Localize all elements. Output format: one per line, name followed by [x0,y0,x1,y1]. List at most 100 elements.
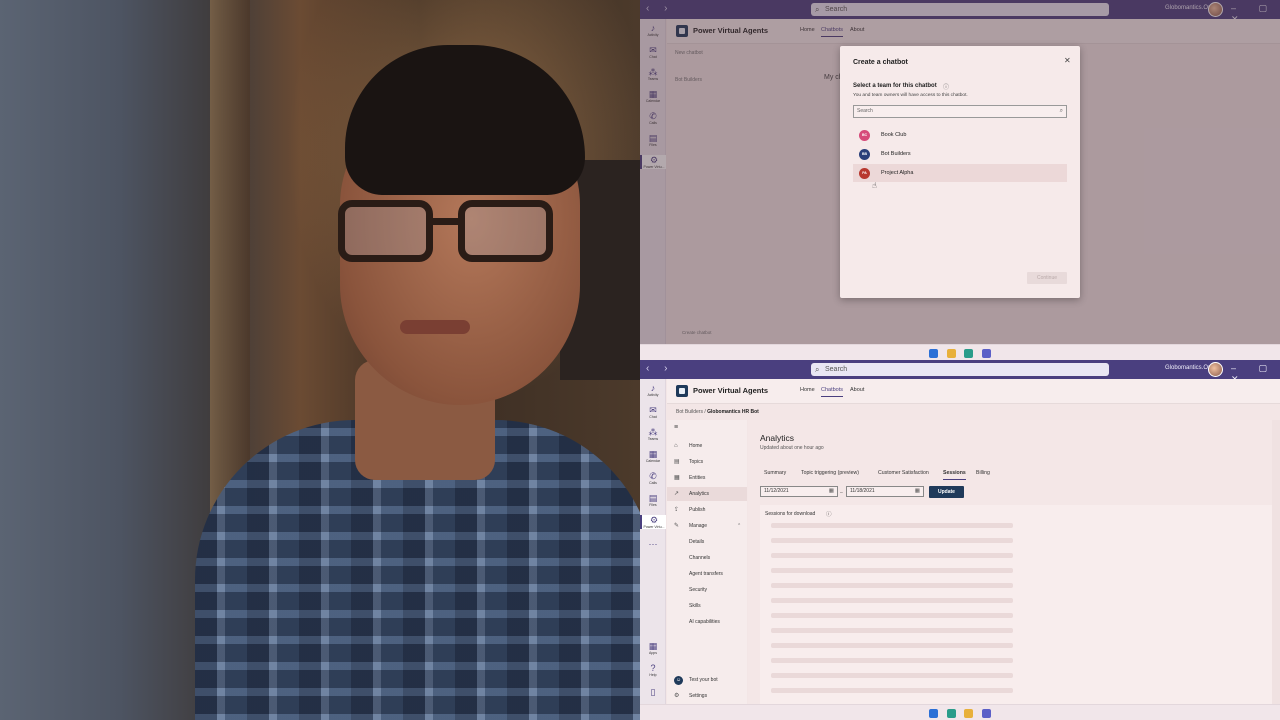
nav-settings[interactable]: ⚙ Settings [667,689,747,703]
calendar-icon[interactable]: ▦ [829,487,834,496]
team-avatar: BC [859,130,870,141]
tab-chatbots[interactable]: Chatbots [821,387,844,397]
rail-calendar[interactable]: ▦ Calendar [640,449,666,463]
info-icon[interactable]: ⓘ [943,82,949,91]
nav-arrows[interactable]: ‹ › [646,363,673,374]
help-icon: ? [650,663,656,673]
calendar-icon[interactable]: ▦ [915,487,920,496]
home-icon: ⌂ [674,443,678,449]
nav-security[interactable]: Security [667,583,747,597]
team-name: Bot Builders [881,151,911,157]
file-explorer-icon[interactable] [946,349,956,358]
rail-power-virtual-agents[interactable]: ⚙ Power Virtu... [640,515,666,529]
breadcrumb-bot: Globomantics HR Bot [707,409,759,415]
nav-home[interactable]: ⌂ Home [667,439,747,453]
teams-titlebar: ‹ › ⌕ Search Globomantics.Org – ▢ ✕ [640,360,1280,384]
hand-cursor-icon: ☝ [872,181,877,190]
tab-billing[interactable]: Billing [976,470,990,476]
chat-icon: ✉ [649,405,657,415]
loading-skeleton-row [771,673,1013,678]
windows-taskbar [640,344,1280,360]
analytics-main: Analytics Updated about one hour ago Sum… [748,420,1280,704]
hair [345,45,585,195]
update-button[interactable]: Update [929,486,964,498]
mouth [400,320,470,334]
team-avatar: PA [859,168,870,179]
windows-taskbar [640,704,1280,720]
rail-activity[interactable]: ♪ Activity [640,383,666,397]
phone-icon: ✆ [649,471,657,481]
glasses-lens-right [458,200,553,262]
sessions-panel: Sessions for download ⓘ [760,505,1272,704]
nav-details[interactable]: Details [667,535,747,549]
teams-window-create-chatbot: ‹ › ⌕ Search Globomantics.Org – ▢ ✕ ♪Act… [640,0,1280,360]
nav-test-your-bot[interactable]: ☺ Test your bot [667,673,747,687]
end-date-field[interactable]: 11/18/2021 ▦ [846,486,924,497]
gear-icon: ⚙ [674,693,680,699]
loading-skeleton-row [771,643,1013,648]
breadcrumb: Bot Builders / Globomantics HR Bot [676,409,759,415]
nav-entities[interactable]: ▦ Entities [667,471,747,485]
nav-channels[interactable]: Channels [667,551,747,565]
nav-ai-capabilities[interactable]: AI capabilities [667,615,747,629]
teams-icon[interactable] [981,709,991,718]
create-chatbot-dialog: Create a chatbot ✕ Select a team for thi… [840,46,1080,298]
continue-button[interactable]: Continue [1027,272,1067,284]
search-icon: ⌕ [815,365,820,374]
bot-avatar-icon: ☺ [674,676,683,685]
glasses [338,200,578,270]
search-placeholder: Search [825,366,848,373]
tab-sessions[interactable]: Sessions [943,470,966,480]
nav-topics[interactable]: ▤ Topics [667,455,747,469]
rail-more[interactable]: ··· [640,539,666,549]
start-date-value: 11/12/2021 [764,488,789,494]
team-search-input[interactable]: Search ⌕ [853,105,1067,118]
start-date-field[interactable]: 11/12/2021 ▦ [760,486,838,497]
loading-skeleton-row [771,538,1013,543]
sessions-for-download-title: Sessions for download [765,511,816,517]
scrollbar[interactable] [1272,420,1280,704]
date-range-separator: – [840,490,843,496]
bell-icon: ♪ [650,383,656,393]
user-avatar[interactable] [1208,362,1223,377]
bot-icon: ⚙ [649,515,659,525]
teams-icon: ⁂ [648,427,658,437]
calendar-icon: ▦ [648,449,658,459]
team-option-book-club[interactable]: BC Book Club [853,126,1067,144]
teams-app-rail: ♪ Activity ✉ Chat ⁂ Teams ▦ Calendar ✆ Calls … [640,379,666,709]
loading-skeleton-row [771,658,1013,663]
tab-customer-satisfaction[interactable]: Customer Satisfaction [878,470,929,476]
rail-help[interactable]: ? Help [640,663,666,677]
rail-teams[interactable]: ⁂ Teams [640,427,666,441]
nav-publish[interactable]: ⇪ Publish [667,503,747,517]
nav-agent-transfers[interactable]: Agent transfers [667,567,747,581]
rail-apps[interactable]: ▦ Apps [640,641,666,655]
file-explorer-icon[interactable] [964,709,974,718]
rail-calls[interactable]: ✆ Calls [640,471,666,485]
hamburger-icon[interactable]: ≡ [674,424,678,431]
dialog-help-text: You and team owners will have access to … [853,93,968,98]
nav-manage[interactable]: ✎ Manage [667,519,747,533]
windows-start-icon[interactable] [929,709,939,718]
tab-about[interactable]: About [850,387,864,393]
tab-summary[interactable]: Summary [764,470,786,476]
chevron-up-icon[interactable]: ⌃ [737,523,741,529]
edge-icon[interactable] [964,349,974,358]
rail-files[interactable]: ▤ Files [640,493,666,507]
tab-topic-triggering[interactable]: Topic triggering (preview) [801,470,859,476]
teams-icon[interactable] [981,349,991,358]
edge-icon[interactable] [946,709,956,718]
rail-device[interactable]: ▯ [640,687,666,697]
close-icon[interactable]: ✕ [1064,56,1071,65]
tab-home[interactable]: Home [800,387,815,393]
team-option-project-alpha[interactable]: PA Project Alpha [853,164,1067,182]
updated-status: Updated about one hour ago [760,445,824,451]
breadcrumb-team[interactable]: Bot Builders [676,409,703,415]
info-icon[interactable]: ⓘ [826,510,832,518]
rail-chat[interactable]: ✉ Chat [640,405,666,419]
nav-analytics[interactable]: ↗ Analytics [667,487,747,501]
nav-skills[interactable]: Skills [667,599,747,613]
team-option-bot-builders[interactable]: BB Bot Builders [853,145,1067,163]
windows-start-icon[interactable] [929,349,939,358]
teams-search-input[interactable]: ⌕ Search [811,363,1109,376]
